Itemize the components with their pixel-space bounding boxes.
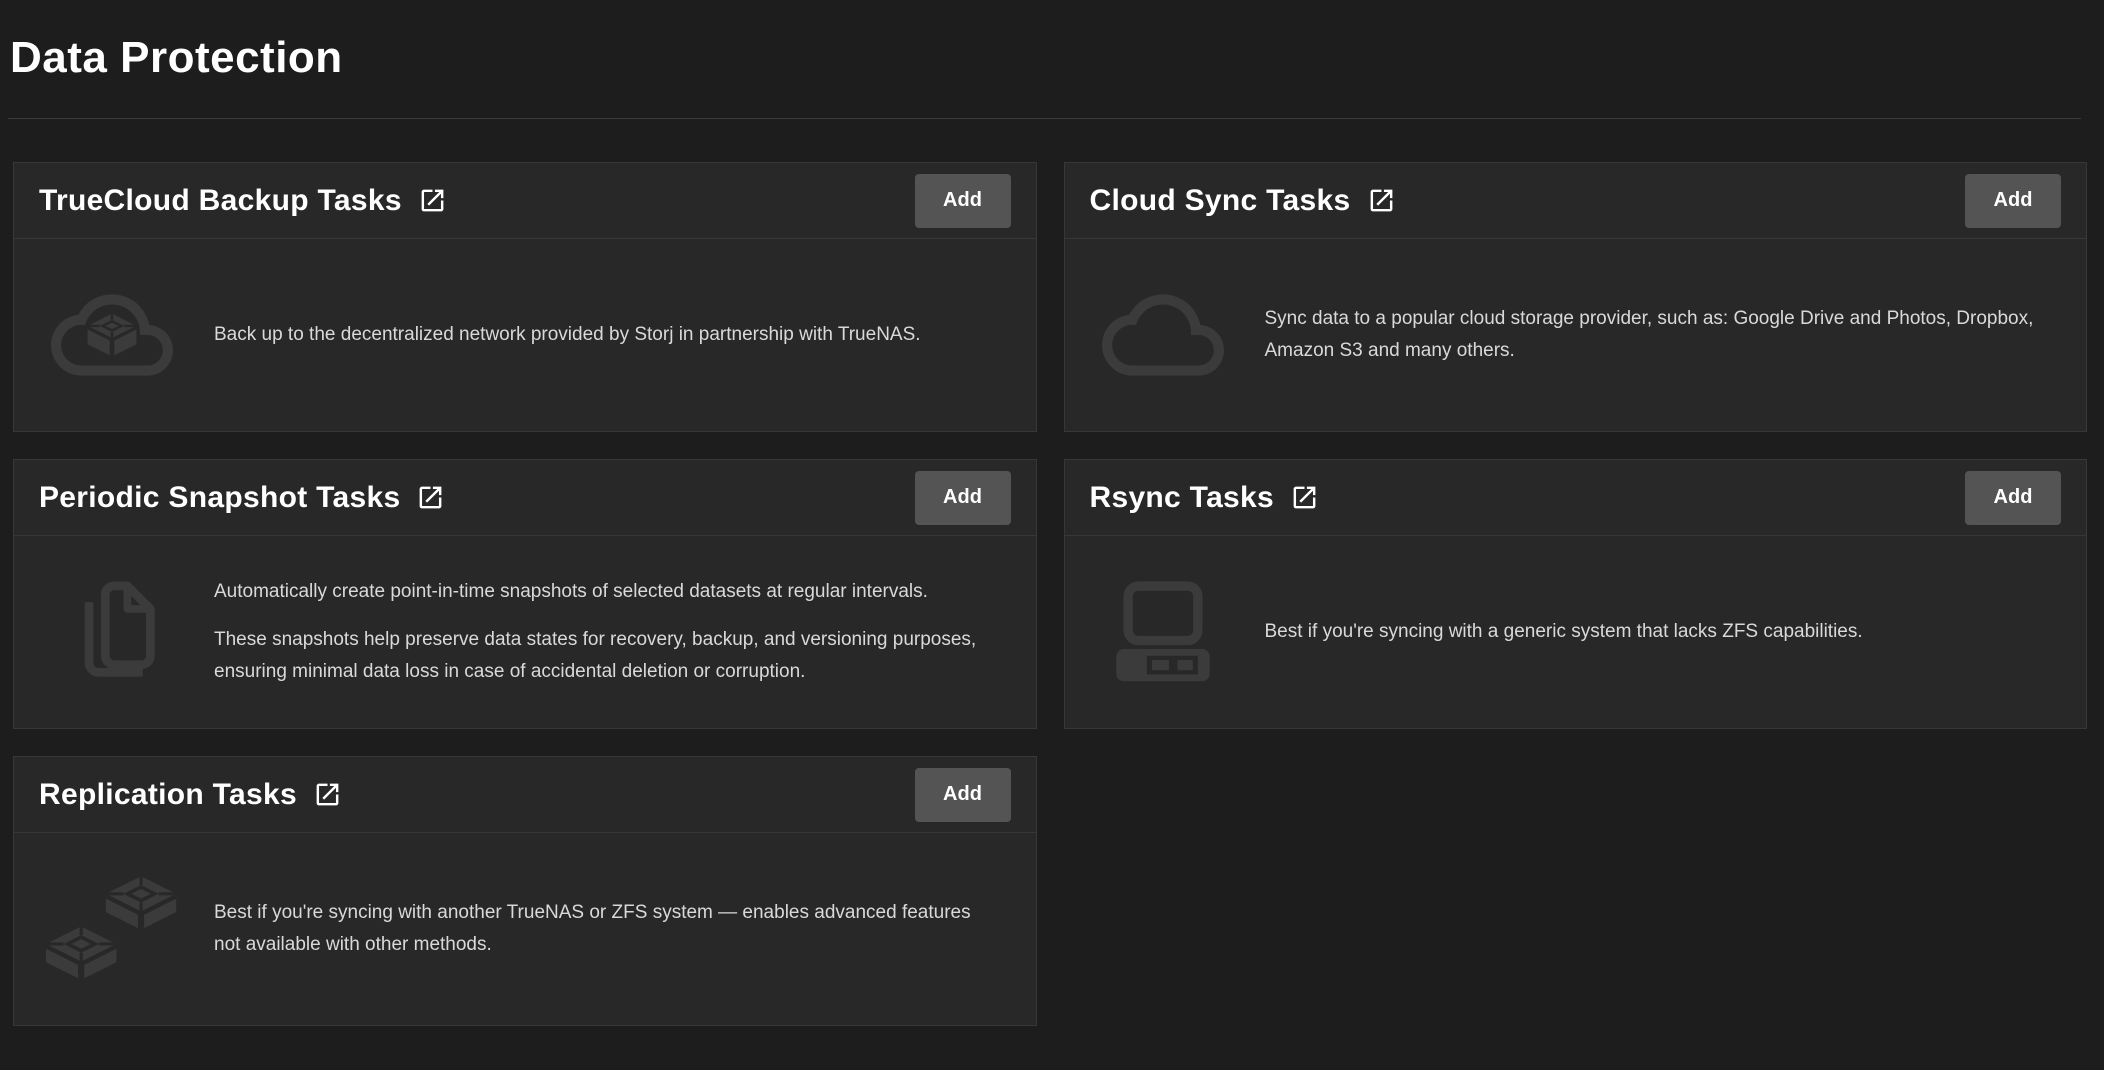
card-description-line: Best if you're syncing with another True… (214, 897, 998, 961)
card-title: Periodic Snapshot Tasks (39, 481, 400, 515)
open-in-new-icon[interactable] (313, 780, 342, 809)
card-description-line: Back up to the decentralized network pro… (214, 319, 921, 351)
card-title-link[interactable]: Cloud Sync Tasks (1090, 184, 1396, 218)
snapshot-copies-icon (46, 578, 178, 686)
card-description-line: These snapshots help preserve data state… (214, 624, 998, 688)
open-in-new-icon[interactable] (418, 186, 447, 215)
card-title: Rsync Tasks (1090, 481, 1275, 515)
replication-cubes-icon (46, 873, 178, 985)
card-cloud-sync-tasks: Cloud Sync Tasks Add Sync data to a popu… (1064, 162, 2088, 432)
card-body: Sync data to a popular cloud storage pro… (1065, 239, 2087, 431)
card-header: Periodic Snapshot Tasks Add (14, 460, 1036, 536)
card-header: Replication Tasks Add (14, 757, 1036, 833)
card-description: Best if you're syncing with a generic sy… (1265, 616, 1863, 648)
open-in-new-icon[interactable] (1290, 483, 1319, 512)
open-in-new-icon[interactable] (1367, 186, 1396, 215)
card-rsync-tasks: Rsync Tasks Add Best if you're syncing w… (1064, 459, 2088, 729)
card-description-line: Sync data to a popular cloud storage pro… (1265, 303, 2049, 367)
card-body: Back up to the decentralized network pro… (14, 239, 1036, 431)
page-title: Data Protection (10, 30, 2104, 86)
add-button[interactable]: Add (1965, 174, 2061, 228)
card-periodic-snapshot-tasks: Periodic Snapshot Tasks Add Automaticall… (13, 459, 1037, 729)
card-body: Best if you're syncing with a generic sy… (1065, 536, 2087, 728)
cloud-icon (1097, 274, 1229, 396)
card-body: Best if you're syncing with another True… (14, 833, 1036, 1025)
add-button[interactable]: Add (1965, 471, 2061, 525)
card-header: Rsync Tasks Add (1065, 460, 2087, 536)
card-header: Cloud Sync Tasks Add (1065, 163, 2087, 239)
card-description: Sync data to a popular cloud storage pro… (1265, 303, 2049, 367)
card-description-line: Automatically create point-in-time snaps… (214, 576, 998, 608)
card-title-link[interactable]: Replication Tasks (39, 778, 342, 812)
add-button[interactable]: Add (915, 174, 1011, 228)
card-title-link[interactable]: Periodic Snapshot Tasks (39, 481, 445, 515)
task-cards-grid: TrueCloud Backup Tasks Add Back up to th… (13, 162, 2087, 1026)
storj-cloud-icon (46, 274, 178, 396)
card-description-line: Best if you're syncing with a generic sy… (1265, 616, 1863, 648)
card-replication-tasks: Replication Tasks Add Best if you're syn… (13, 756, 1037, 1026)
card-title-link[interactable]: TrueCloud Backup Tasks (39, 184, 447, 218)
open-in-new-icon[interactable] (416, 483, 445, 512)
card-title-link[interactable]: Rsync Tasks (1090, 481, 1320, 515)
card-title: Cloud Sync Tasks (1090, 184, 1351, 218)
add-button[interactable]: Add (915, 768, 1011, 822)
card-header: TrueCloud Backup Tasks Add (14, 163, 1036, 239)
card-description: Back up to the decentralized network pro… (214, 319, 921, 351)
card-description: Best if you're syncing with another True… (214, 897, 998, 961)
card-description: Automatically create point-in-time snaps… (214, 576, 998, 688)
title-divider (8, 118, 2081, 119)
card-body: Automatically create point-in-time snaps… (14, 536, 1036, 728)
add-button[interactable]: Add (915, 471, 1011, 525)
computer-icon (1097, 581, 1229, 683)
card-truecloud-backup-tasks: TrueCloud Backup Tasks Add Back up to th… (13, 162, 1037, 432)
card-title: Replication Tasks (39, 778, 297, 812)
card-title: TrueCloud Backup Tasks (39, 184, 402, 218)
